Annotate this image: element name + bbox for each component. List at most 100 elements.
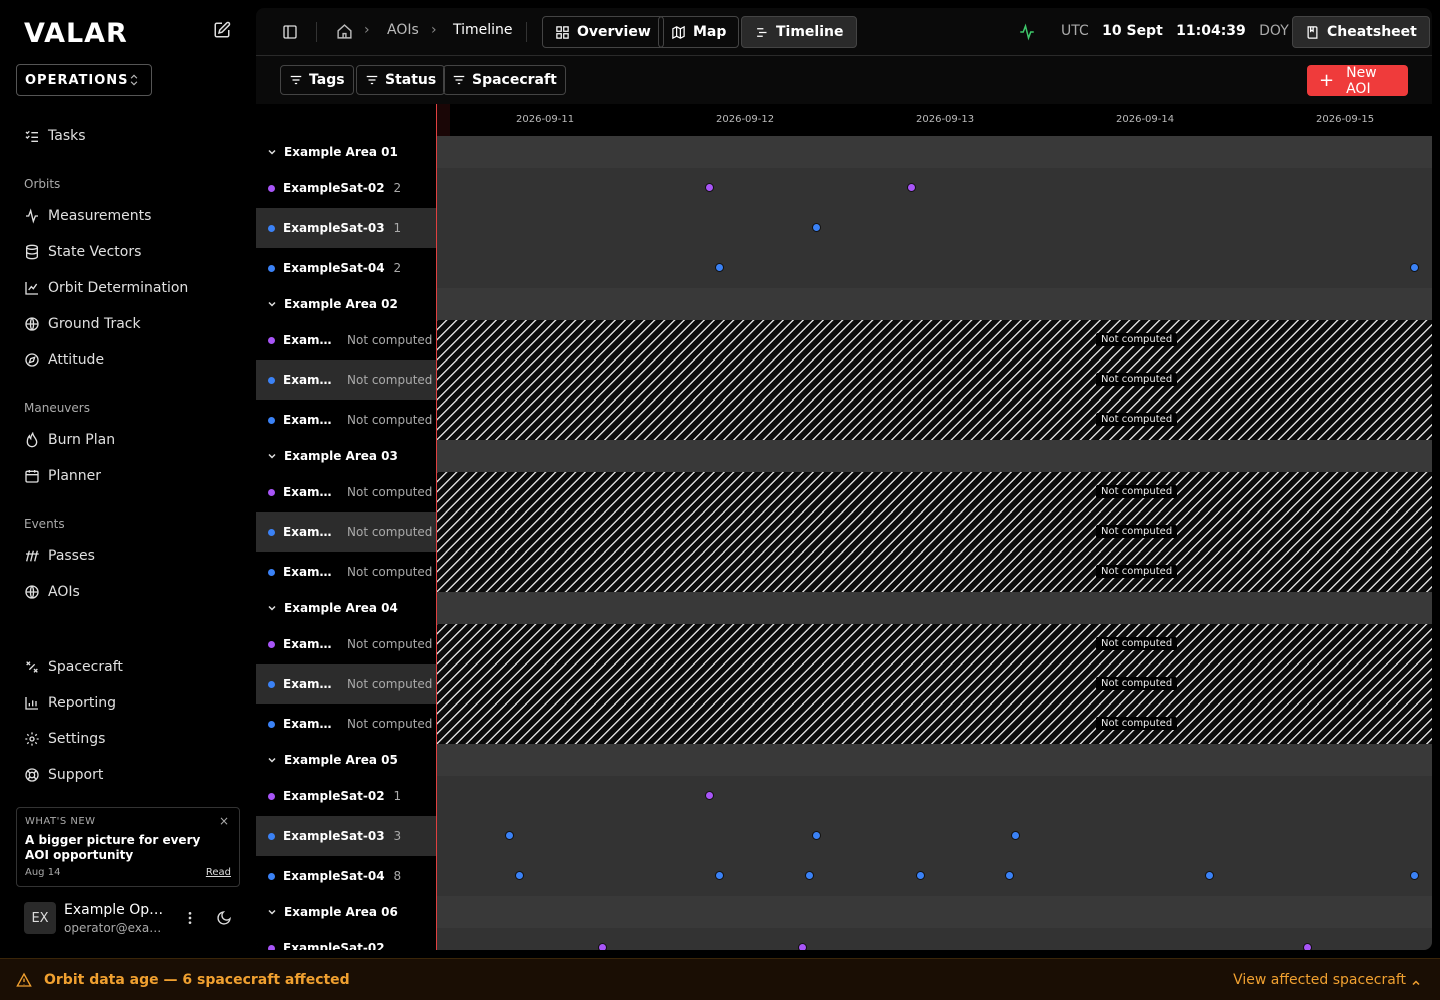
opportunity-event[interactable] (1011, 831, 1021, 840)
opportunity-event[interactable] (915, 871, 925, 880)
user-menu[interactable]: EX Example Operator operator@example.com (16, 898, 240, 942)
brand-logo[interactable]: VALAR (24, 18, 128, 49)
spacecraft-row-label[interactable]: ExampleSat-02 (256, 928, 436, 950)
new-aoi-button[interactable]: + New AOI (1307, 65, 1408, 97)
spacecraft-row[interactable]: ExampleSat-04 8 (256, 856, 1432, 896)
nav-reporting[interactable]: Reporting (16, 688, 240, 718)
spacecraft-row[interactable]: ExampleSat-02 (256, 928, 1432, 950)
opportunity-event[interactable] (1409, 263, 1419, 272)
opportunity-event[interactable] (715, 871, 725, 880)
whats-new-read-link[interactable]: Read (206, 867, 231, 878)
spacecraft-row[interactable]: ExampleSat-04 Not computed Not computed (256, 552, 1432, 592)
spacecraft-row-label[interactable]: ExampleSat-04 2 (256, 248, 436, 288)
view-overview-button[interactable]: Overview (542, 16, 664, 48)
aoi-group-row[interactable]: Example Area 03 (256, 440, 1432, 472)
spacecraft-row[interactable]: ExampleSat-03 3 (256, 816, 1432, 856)
nav-measurements[interactable]: Measurements (16, 201, 240, 231)
workspace-switcher[interactable]: OPERATIONS (16, 64, 152, 96)
aoi-group-label[interactable]: Example Area 05 (256, 744, 436, 776)
opportunity-event[interactable] (1303, 943, 1312, 950)
spacecraft-row[interactable]: ExampleSat-03 1 (256, 208, 1432, 248)
nav-settings[interactable]: Settings (16, 724, 240, 754)
nav-spacecraft[interactable]: Spacecraft (16, 652, 240, 682)
aoi-group-label[interactable]: Example Area 06 (256, 896, 436, 928)
home-icon[interactable] (336, 23, 353, 40)
aoi-group-row[interactable]: Example Area 06 (256, 896, 1432, 928)
spacecraft-row[interactable]: ExampleSat-04 2 (256, 248, 1432, 288)
more-vertical-icon[interactable] (182, 910, 198, 930)
breadcrumb-aois[interactable]: AOIs (387, 22, 419, 38)
opportunity-event[interactable] (805, 871, 814, 880)
opportunity-event[interactable] (515, 871, 525, 880)
aoi-group-row[interactable]: Example Area 04 (256, 592, 1432, 624)
nav-planner[interactable]: Planner (16, 461, 240, 491)
chevron-down-icon[interactable] (266, 450, 278, 462)
aoi-group-label[interactable]: Example Area 04 (256, 592, 436, 624)
spacecraft-row[interactable]: ExampleSat-03 Not computed Not computed (256, 360, 1432, 400)
opportunity-event[interactable] (811, 831, 821, 840)
filter-spacecraft-button[interactable]: Spacecraft (443, 65, 566, 95)
nav-state-vectors[interactable]: State Vectors (16, 237, 240, 267)
spacecraft-row-label[interactable]: ExampleSat-03 1 (256, 208, 436, 248)
nav-ground-track[interactable]: Ground Track (16, 309, 240, 339)
spacecraft-row[interactable]: ExampleSat-03 Not computed Not computed (256, 664, 1432, 704)
chevron-down-icon[interactable] (266, 146, 278, 158)
spacecraft-row-label[interactable]: ExampleSat-04 Not computed (256, 552, 436, 592)
opportunity-event[interactable] (597, 943, 607, 950)
aoi-group-row[interactable]: Example Area 01 (256, 136, 1432, 168)
moon-icon[interactable] (216, 910, 232, 926)
spacecraft-row-label[interactable]: ExampleSat-03 3 (256, 816, 436, 856)
opportunity-event[interactable] (715, 263, 725, 272)
view-map-button[interactable]: Map (658, 16, 740, 48)
opportunity-event[interactable] (906, 183, 916, 192)
spacecraft-row[interactable]: ExampleSat-02 Not computed Not computed (256, 472, 1432, 512)
sidebar-toggle-icon[interactable] (282, 24, 298, 40)
spacecraft-row[interactable]: ExampleSat-02 2 (256, 168, 1432, 208)
opportunity-event[interactable] (705, 791, 715, 800)
opportunity-event[interactable] (1205, 871, 1215, 880)
chevron-down-icon[interactable] (266, 298, 278, 310)
opportunity-event[interactable] (798, 943, 808, 950)
spacecraft-row-label[interactable]: ExampleSat-03 Not computed (256, 360, 436, 400)
filter-tags-button[interactable]: Tags (280, 65, 354, 95)
nav-burn-plan[interactable]: Burn Plan (16, 425, 240, 455)
spacecraft-row[interactable]: ExampleSat-04 Not computed Not computed (256, 704, 1432, 744)
opportunity-event[interactable] (1409, 871, 1419, 880)
chevron-up-icon[interactable] (1410, 974, 1422, 986)
spacecraft-row-label[interactable]: ExampleSat-02 Not computed (256, 320, 436, 360)
nav-tasks[interactable]: Tasks (16, 121, 240, 151)
cheatsheet-button[interactable]: Cheatsheet (1292, 16, 1430, 48)
nav-passes[interactable]: Passes (16, 541, 240, 571)
spacecraft-row-label[interactable]: ExampleSat-04 Not computed (256, 704, 436, 744)
spacecraft-row-label[interactable]: ExampleSat-02 1 (256, 776, 436, 816)
spacecraft-row-label[interactable]: ExampleSat-02 Not computed (256, 624, 436, 664)
spacecraft-row-label[interactable]: ExampleSat-04 Not computed (256, 400, 436, 440)
opportunity-event[interactable] (811, 223, 821, 232)
close-icon[interactable]: × (219, 814, 229, 828)
filter-status-button[interactable]: Status (356, 65, 446, 95)
compose-icon[interactable] (213, 21, 235, 43)
nav-orbit-determination[interactable]: Orbit Determination (16, 273, 240, 303)
view-affected-spacecraft-link[interactable]: View affected spacecraft (1233, 972, 1406, 988)
chevron-down-icon[interactable] (266, 906, 278, 918)
opportunity-event[interactable] (1005, 871, 1015, 880)
spacecraft-row[interactable]: ExampleSat-03 Not computed Not computed (256, 512, 1432, 552)
spacecraft-row-label[interactable]: ExampleSat-03 Not computed (256, 512, 436, 552)
spacecraft-row[interactable]: ExampleSat-02 Not computed Not computed (256, 624, 1432, 664)
chevron-down-icon[interactable] (266, 754, 278, 766)
spacecraft-row-label[interactable]: ExampleSat-02 Not computed (256, 472, 436, 512)
aoi-group-label[interactable]: Example Area 02 (256, 288, 436, 320)
nav-attitude[interactable]: Attitude (16, 345, 240, 375)
spacecraft-row-label[interactable]: ExampleSat-04 8 (256, 856, 436, 896)
aoi-group-label[interactable]: Example Area 01 (256, 136, 436, 168)
whats-new-card[interactable]: WHAT'S NEW × A bigger picture for every … (16, 807, 240, 887)
opportunity-event[interactable] (705, 183, 715, 192)
nav-support[interactable]: Support (16, 760, 240, 790)
aoi-group-row[interactable]: Example Area 05 (256, 744, 1432, 776)
chevron-down-icon[interactable] (266, 602, 278, 614)
aoi-group-row[interactable]: Example Area 02 (256, 288, 1432, 320)
aoi-group-label[interactable]: Example Area 03 (256, 440, 436, 472)
opportunity-event[interactable] (505, 831, 515, 840)
spacecraft-row[interactable]: ExampleSat-02 1 (256, 776, 1432, 816)
spacecraft-row-label[interactable]: ExampleSat-03 Not computed (256, 664, 436, 704)
